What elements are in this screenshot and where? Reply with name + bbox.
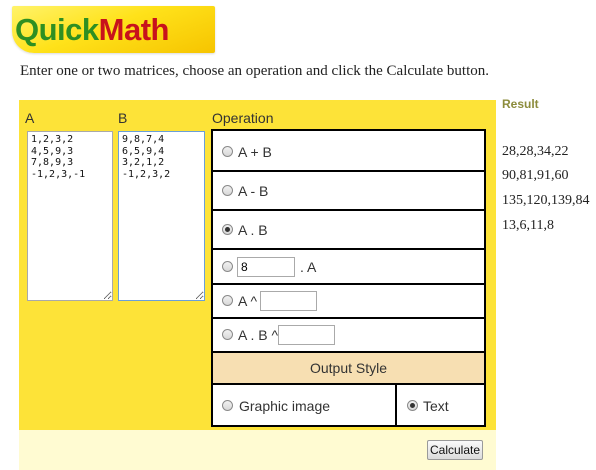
option-text[interactable]: Text bbox=[397, 385, 484, 425]
result-row: 135,120,139,84 bbox=[502, 193, 590, 208]
option-subtract-label: A - B bbox=[238, 183, 269, 199]
radio-subtract[interactable] bbox=[222, 185, 233, 196]
radio-power-a[interactable] bbox=[222, 295, 233, 306]
logo-math: Math bbox=[98, 12, 170, 47]
calculator-footer bbox=[19, 430, 496, 470]
option-power-ab-label: A . B ^ bbox=[238, 327, 279, 343]
option-subtract[interactable]: A - B bbox=[213, 172, 484, 209]
matrix-a-input[interactable] bbox=[27, 131, 113, 301]
matrix-b-label: B bbox=[118, 110, 128, 126]
logo-text: QuickMath bbox=[15, 13, 169, 47]
result-row: 28,28,34,22 bbox=[502, 144, 569, 159]
option-multiply-label: A . B bbox=[238, 222, 268, 238]
operation-table: A + B A - B A . B . A A ^ A . B ^ Output… bbox=[211, 129, 486, 427]
option-power-ab[interactable]: A . B ^ bbox=[213, 319, 484, 351]
scalar-suffix: . A bbox=[300, 259, 317, 275]
option-power-a-label: A ^ bbox=[238, 293, 258, 309]
scalar-input[interactable] bbox=[237, 257, 295, 277]
operation-header: Operation bbox=[212, 110, 274, 126]
radio-power-ab[interactable] bbox=[222, 329, 233, 340]
logo-quick: Quick bbox=[15, 12, 99, 47]
option-add-label: A + B bbox=[238, 144, 272, 160]
power-ab-input[interactable] bbox=[278, 325, 335, 345]
radio-multiply[interactable] bbox=[222, 224, 233, 235]
option-scalar[interactable]: . A bbox=[213, 250, 484, 283]
power-a-input[interactable] bbox=[260, 291, 317, 311]
option-multiply[interactable]: A . B bbox=[213, 211, 484, 248]
radio-add[interactable] bbox=[222, 146, 233, 157]
radio-graphic-image[interactable] bbox=[222, 400, 233, 411]
instructions-text: Enter one or two matrices, choose an ope… bbox=[20, 63, 490, 79]
option-power-a[interactable]: A ^ bbox=[213, 285, 484, 317]
result-title: Result bbox=[502, 97, 539, 111]
result-row: 13,6,11,8 bbox=[502, 218, 554, 233]
radio-scalar[interactable] bbox=[222, 261, 233, 272]
matrix-a-label: A bbox=[25, 110, 35, 126]
option-add[interactable]: A + B bbox=[213, 131, 484, 170]
option-text-label: Text bbox=[423, 398, 449, 414]
result-row: 90,81,91,60 bbox=[502, 168, 569, 183]
output-style-header: Output Style bbox=[213, 353, 484, 383]
radio-text[interactable] bbox=[407, 400, 418, 411]
option-graphic-image[interactable]: Graphic image bbox=[213, 385, 395, 425]
quickmath-logo[interactable]: QuickMath bbox=[12, 6, 215, 53]
calculate-button[interactable]: Calculate bbox=[427, 440, 483, 460]
option-graphic-image-label: Graphic image bbox=[239, 398, 331, 414]
matrix-b-input[interactable] bbox=[118, 131, 205, 301]
